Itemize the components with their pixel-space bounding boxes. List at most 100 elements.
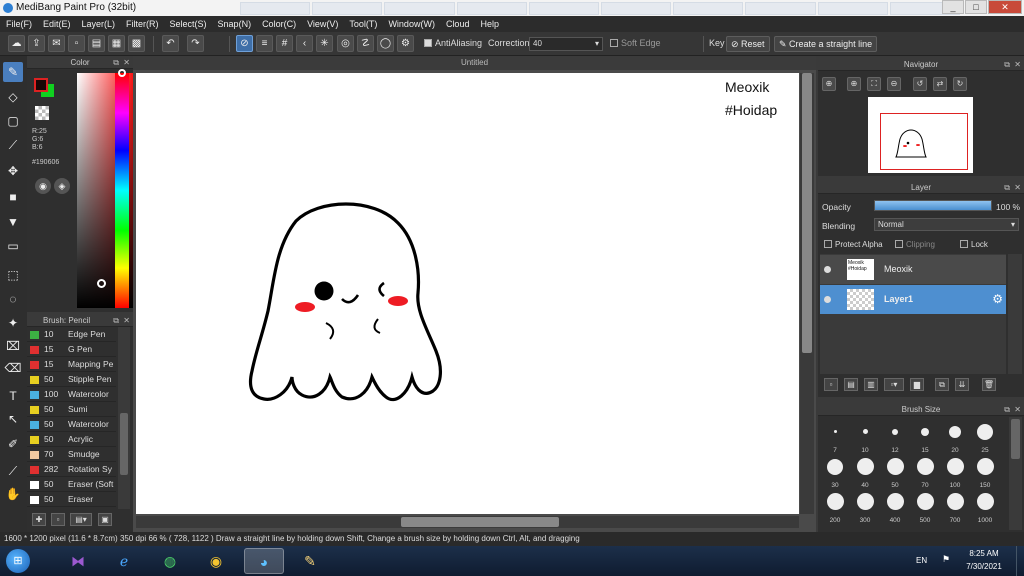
brush-size-option[interactable]: 500 bbox=[911, 491, 939, 524]
vanishing-snap-icon[interactable]: ‹ bbox=[296, 35, 313, 52]
select-pen-icon[interactable]: ⌧ bbox=[3, 336, 23, 356]
new-brush-icon[interactable]: ▫ bbox=[51, 513, 65, 526]
popout-icon[interactable]: ⧉ bbox=[113, 56, 119, 69]
maximize-button[interactable]: □ bbox=[965, 0, 987, 14]
operation-tool-icon[interactable]: ↖ bbox=[3, 409, 23, 429]
export-icon[interactable]: ▦ bbox=[108, 35, 125, 52]
move-tool-icon[interactable]: ✥ bbox=[3, 161, 23, 181]
save-icon[interactable]: ▤ bbox=[88, 35, 105, 52]
brush-size-option[interactable]: 40 bbox=[851, 456, 879, 489]
magic-wand-icon[interactable]: ✦ bbox=[3, 313, 23, 333]
palette-settings-icon[interactable]: ◈ bbox=[54, 178, 70, 194]
brush-size-option[interactable]: 7 bbox=[821, 421, 849, 454]
navigator-thumbnail[interactable] bbox=[868, 97, 973, 173]
brush-item[interactable]: 50 Eraser bbox=[27, 492, 116, 507]
cloud-icon[interactable]: ☁ bbox=[8, 35, 25, 52]
parallel-snap-icon[interactable]: ≡ bbox=[256, 35, 273, 52]
correction-select[interactable]: 40 ▾ bbox=[529, 37, 603, 51]
brush-item[interactable]: 282 Rotation Sy bbox=[27, 462, 116, 477]
line-tool-icon[interactable]: ⟋ bbox=[3, 135, 23, 155]
new-8bit-layer-icon[interactable]: ▥ bbox=[864, 378, 878, 391]
lock-checkbox[interactable]: Lock bbox=[960, 240, 988, 249]
circle-snap-icon[interactable]: ◎ bbox=[337, 35, 354, 52]
palette-icon[interactable]: ◉ bbox=[35, 178, 51, 194]
rotate-right-icon[interactable]: ↻ bbox=[953, 77, 967, 91]
brush-list-scrollbar[interactable] bbox=[118, 327, 130, 509]
drawing-canvas[interactable]: Meoxik #Hoidap bbox=[136, 73, 799, 514]
menu-snap[interactable]: Snap(N) bbox=[218, 16, 252, 32]
menu-color[interactable]: Color(C) bbox=[262, 16, 296, 32]
antialiasing-checkbox[interactable]: AntiAliasing bbox=[424, 38, 482, 48]
brush-size-option[interactable]: 100 bbox=[941, 456, 969, 489]
straight-line-button[interactable]: ✎ Create a straight line bbox=[774, 36, 878, 52]
clipping-checkbox[interactable]: Clipping bbox=[895, 240, 935, 249]
transparent-color-swatch[interactable] bbox=[35, 106, 49, 120]
brush-menu-icon[interactable]: ▤▾ bbox=[70, 513, 92, 526]
fit-icon[interactable]: ⛶ bbox=[867, 77, 881, 91]
canvas-tab[interactable]: Untitled bbox=[133, 56, 816, 70]
brush-item[interactable]: 70 Smudge bbox=[27, 447, 116, 462]
menu-help[interactable]: Help bbox=[480, 16, 499, 32]
lasso-tool-icon[interactable]: ◌ bbox=[3, 289, 23, 309]
grid-icon[interactable]: ▩ bbox=[128, 35, 145, 52]
select-eraser-icon[interactable]: ⌫ bbox=[3, 358, 23, 378]
text-tool-icon[interactable]: T bbox=[3, 386, 23, 406]
brush-item[interactable]: 10 Edge Pen bbox=[27, 327, 116, 342]
layer-row-meoxik[interactable]: Meoxik #Hoidap Meoxik bbox=[820, 255, 1006, 284]
brush-item[interactable]: 15 Mapping Pe bbox=[27, 357, 116, 372]
brush-item[interactable]: 50 Watercolor bbox=[27, 417, 116, 432]
comment-icon[interactable]: ✉ bbox=[48, 35, 65, 52]
menu-layer[interactable]: Layer(L) bbox=[82, 16, 116, 32]
visual-studio-icon[interactable]: ⧓ bbox=[58, 548, 98, 574]
menu-cloud[interactable]: Cloud bbox=[446, 16, 470, 32]
brush-item[interactable]: 100 Watercolor bbox=[27, 387, 116, 402]
panel-divider-tool-icon[interactable]: ⟋ bbox=[3, 461, 23, 481]
brush-item[interactable]: 50 Eraser (Soft bbox=[27, 477, 116, 492]
undo-icon[interactable]: ↶ bbox=[162, 35, 179, 52]
snap-off-icon[interactable]: ⊘ bbox=[236, 35, 253, 52]
brush-size-option[interactable]: 50 bbox=[881, 456, 909, 489]
coccoc-icon[interactable]: ◍ bbox=[150, 548, 190, 574]
close-icon[interactable]: ✕ bbox=[123, 56, 130, 69]
gradient-tool-icon[interactable]: ▭ bbox=[3, 236, 23, 256]
ellipse-snap-icon[interactable]: ◯ bbox=[377, 35, 394, 52]
brush-size-option[interactable]: 400 bbox=[881, 491, 909, 524]
dropper-tool-icon[interactable]: ✐ bbox=[3, 434, 23, 454]
brush-size-option[interactable]: 15 bbox=[911, 421, 939, 454]
navigator-viewport[interactable] bbox=[880, 113, 968, 170]
medibang-taskbar-icon[interactable]: ◕ bbox=[244, 548, 284, 574]
brush-size-option[interactable]: 12 bbox=[881, 421, 909, 454]
brush-size-option[interactable]: 1000 bbox=[971, 491, 999, 524]
menu-view[interactable]: View(V) bbox=[307, 16, 338, 32]
show-desktop-button[interactable] bbox=[1016, 546, 1024, 576]
sv-cursor[interactable] bbox=[97, 279, 106, 288]
trash-icon[interactable]: 🗑 bbox=[982, 378, 996, 391]
radial-snap-icon[interactable]: ✳ bbox=[316, 35, 333, 52]
menu-file[interactable]: File(F) bbox=[6, 16, 32, 32]
brush-tool-icon[interactable]: ✎ bbox=[3, 62, 23, 82]
chrome-icon[interactable]: ◉ bbox=[196, 548, 236, 574]
popout-icon[interactable]: ⧉ bbox=[1004, 403, 1010, 416]
brush-size-option[interactable]: 150 bbox=[971, 456, 999, 489]
flip-icon[interactable]: ⇄ bbox=[933, 77, 947, 91]
close-icon[interactable]: ✕ bbox=[1014, 58, 1021, 71]
flag-icon[interactable]: ⚑ bbox=[942, 554, 950, 565]
clock-date[interactable]: 7/30/2021 bbox=[959, 562, 1009, 571]
visibility-icon[interactable] bbox=[824, 266, 831, 273]
foreground-color-swatch[interactable] bbox=[34, 78, 48, 92]
duplicate-layer-icon[interactable]: ⧉ bbox=[935, 378, 949, 391]
brush-item[interactable]: 50 Stipple Pen bbox=[27, 372, 116, 387]
dot-tool-icon[interactable]: ▢ bbox=[3, 111, 23, 131]
add-layer-menu-icon[interactable]: ▫▾ bbox=[884, 378, 904, 391]
eraser-tool-icon[interactable]: ◇ bbox=[3, 87, 23, 107]
snap-settings-icon[interactable]: ⚙ bbox=[397, 35, 414, 52]
menu-select[interactable]: Select(S) bbox=[170, 16, 207, 32]
internet-explorer-icon[interactable]: ℯ bbox=[104, 548, 144, 574]
rotate-left-icon[interactable]: ↺ bbox=[913, 77, 927, 91]
canvas-horizontal-scrollbar[interactable] bbox=[136, 516, 799, 528]
popout-icon[interactable]: ⧉ bbox=[1004, 181, 1010, 194]
paint-icon[interactable]: ✎ bbox=[290, 548, 330, 574]
menu-tool[interactable]: Tool(T) bbox=[349, 16, 377, 32]
blending-select[interactable]: Normal ▾ bbox=[874, 218, 1019, 231]
brush-size-option[interactable]: 25 bbox=[971, 421, 999, 454]
